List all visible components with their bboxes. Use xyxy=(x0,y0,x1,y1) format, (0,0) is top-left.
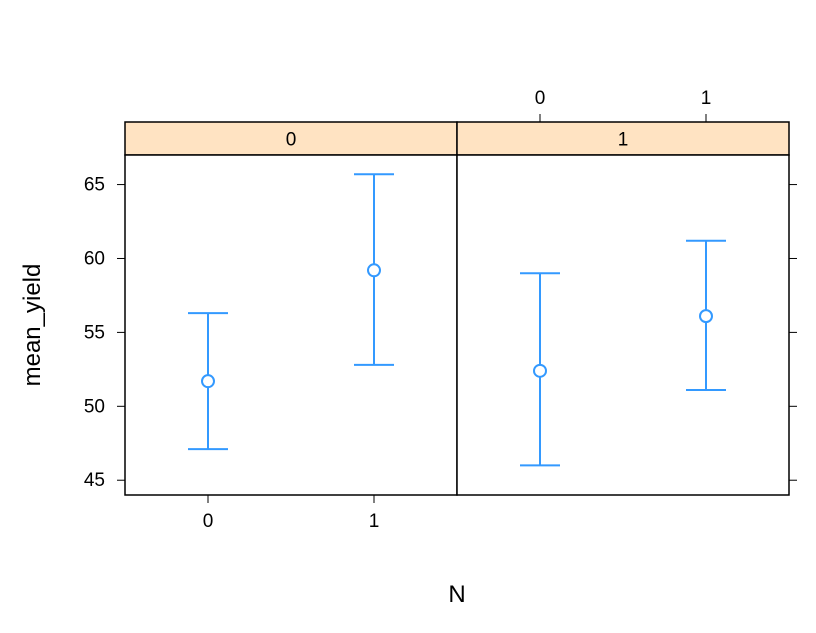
mean-point xyxy=(368,264,380,276)
xtick-label-top: 1 xyxy=(701,88,712,109)
xlabel: N xyxy=(448,581,465,608)
panel-bg xyxy=(457,155,789,495)
xtick-label-bottom: 1 xyxy=(369,511,380,532)
ytick-label: 60 xyxy=(84,248,105,269)
xtick-label-bottom: 0 xyxy=(203,511,214,532)
ytick-label: 55 xyxy=(84,322,105,343)
xtick-label-top: 0 xyxy=(535,88,546,109)
strip-label: 0 xyxy=(286,130,297,151)
ytick-label: 50 xyxy=(84,396,105,417)
ytick-label: 45 xyxy=(84,470,105,491)
ytick-label: 65 xyxy=(84,175,105,196)
ylabel: mean_yield xyxy=(19,264,46,387)
strip-label: 1 xyxy=(618,130,629,151)
mean-point xyxy=(534,365,546,377)
mean-point xyxy=(202,375,214,387)
panel-bg xyxy=(125,155,457,495)
lattice-errorbar-chart: mean_yield N 45 50 55 60 65 0 0 1 1 0 1 xyxy=(0,0,816,633)
mean-point xyxy=(700,310,712,322)
